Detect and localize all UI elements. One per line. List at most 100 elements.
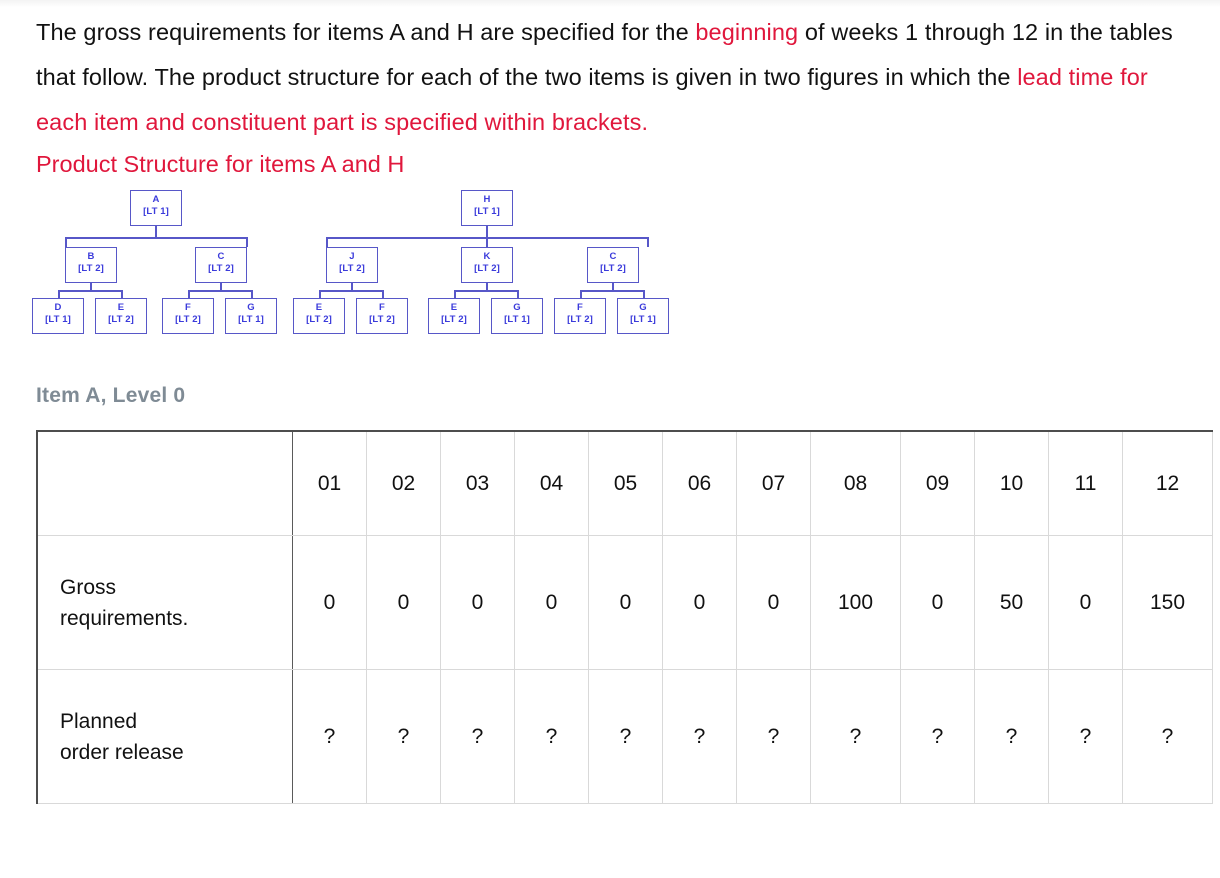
row-label-planned-order-release: Planned order release	[36, 669, 293, 804]
edge-k-to-e	[454, 290, 456, 298]
product-structure-diagrams: A [LT 1] B [LT 2] C [LT 2] D [LT 1] E [L…	[0, 185, 1220, 360]
node-lead-time: [LT 2]	[208, 262, 234, 274]
node-lead-time: [LT 1]	[45, 313, 71, 325]
node-a-l2-d: D [LT 1]	[32, 298, 84, 334]
cell-planned-10[interactable]: ?	[974, 669, 1049, 804]
edge-hc-bus	[580, 290, 644, 292]
edge-c-bus	[188, 290, 252, 292]
cell-gross-04: 0	[514, 535, 589, 670]
node-h-l2-f2: F [LT 2]	[554, 298, 606, 334]
edge-k-bus	[454, 290, 518, 292]
node-label: F	[185, 302, 191, 313]
node-label: C	[217, 251, 225, 262]
node-label: G	[639, 302, 647, 313]
week-header-02: 02	[366, 430, 441, 536]
edge-hc-to-f	[580, 290, 582, 298]
edge-c-to-g	[251, 290, 253, 298]
table-corner-cell	[36, 430, 293, 536]
node-lead-time: [LT 1]	[630, 313, 656, 325]
node-h-l1-j: J [LT 2]	[326, 247, 378, 283]
node-lead-time: [LT 2]	[306, 313, 332, 325]
cell-planned-07[interactable]: ?	[736, 669, 811, 804]
document-page: The gross requirements for items A and H…	[0, 0, 1220, 804]
product-structure-title: Product Structure for items A and H	[36, 151, 405, 177]
cell-planned-12[interactable]: ?	[1122, 669, 1213, 804]
item-heading: Item A, Level 0	[36, 384, 186, 407]
node-label: E	[315, 302, 323, 313]
cell-gross-07: 0	[736, 535, 811, 670]
edge-k-to-g	[517, 290, 519, 298]
week-header-06: 06	[662, 430, 737, 536]
row-label-line1: Planned	[60, 709, 138, 733]
node-h-l2-f1: F [LT 2]	[356, 298, 408, 334]
cell-gross-08: 100	[810, 535, 901, 670]
node-label: E	[117, 302, 125, 313]
cell-planned-02[interactable]: ?	[366, 669, 441, 804]
week-header-10: 10	[974, 430, 1049, 536]
edge-h-to-c	[647, 237, 649, 247]
node-label: H	[483, 194, 491, 205]
edge-j-to-f	[382, 290, 384, 298]
edge-j-bus	[319, 290, 383, 292]
node-label: A	[152, 194, 160, 205]
node-lead-time: [LT 1]	[474, 205, 500, 217]
week-header-07: 07	[736, 430, 811, 536]
node-lead-time: [LT 2]	[108, 313, 134, 325]
node-label: J	[349, 251, 355, 262]
cell-gross-02: 0	[366, 535, 441, 670]
cell-gross-11: 0	[1048, 535, 1123, 670]
edge-h-to-k	[486, 237, 488, 247]
cell-gross-09: 0	[900, 535, 975, 670]
cell-planned-11[interactable]: ?	[1048, 669, 1123, 804]
node-h-l2-e1: E [LT 2]	[293, 298, 345, 334]
node-h-l2-g2: G [LT 1]	[617, 298, 669, 334]
cell-planned-09[interactable]: ?	[900, 669, 975, 804]
row-label-gross-requirements: Gross requirements.	[36, 535, 293, 670]
cell-planned-03[interactable]: ?	[440, 669, 515, 804]
node-lead-time: [LT 2]	[441, 313, 467, 325]
cell-planned-06[interactable]: ?	[662, 669, 737, 804]
node-lead-time: [LT 2]	[600, 262, 626, 274]
node-lead-time: [LT 2]	[175, 313, 201, 325]
week-header-12: 12	[1122, 430, 1213, 536]
edge-b-bus	[58, 290, 122, 292]
node-lead-time: [LT 2]	[339, 262, 365, 274]
cell-gross-05: 0	[588, 535, 663, 670]
edge-b-to-e	[121, 290, 123, 298]
node-label: K	[483, 251, 491, 262]
cell-planned-01[interactable]: ?	[292, 669, 367, 804]
node-a-l2-g: G [LT 1]	[225, 298, 277, 334]
table-header-row: 01 02 03 04 05 06 07 08 09 10 11 12	[36, 430, 1213, 536]
node-lead-time: [LT 2]	[78, 262, 104, 274]
edge-j-to-e	[319, 290, 321, 298]
week-header-03: 03	[440, 430, 515, 536]
node-lead-time: [LT 1]	[504, 313, 530, 325]
node-label: D	[54, 302, 62, 313]
intro-text-part1: The gross requirements for items A and H…	[36, 19, 696, 45]
cell-gross-10: 50	[974, 535, 1049, 670]
node-label: G	[513, 302, 521, 313]
node-a-l2-f: F [LT 2]	[162, 298, 214, 334]
cell-gross-06: 0	[662, 535, 737, 670]
node-lead-time: [LT 1]	[238, 313, 264, 325]
week-header-01: 01	[292, 430, 367, 536]
node-label: B	[87, 251, 95, 262]
row-label-line2: requirements.	[60, 606, 189, 630]
cell-planned-04[interactable]: ?	[514, 669, 589, 804]
node-h-l1-c: C [LT 2]	[587, 247, 639, 283]
node-lead-time: [LT 1]	[143, 205, 169, 217]
cell-planned-05[interactable]: ?	[588, 669, 663, 804]
cell-gross-03: 0	[440, 535, 515, 670]
week-header-05: 05	[588, 430, 663, 536]
mrp-table: 01 02 03 04 05 06 07 08 09 10 11 12 Gros…	[36, 430, 1213, 804]
cell-planned-08[interactable]: ?	[810, 669, 901, 804]
node-label: C	[609, 251, 617, 262]
node-a-l1-b: B [LT 2]	[65, 247, 117, 283]
tree-item-h: H [LT 1] J [LT 2] K [LT 2] C [LT 2] E [L…	[293, 185, 695, 360]
node-lead-time: [LT 2]	[567, 313, 593, 325]
node-a-root: A [LT 1]	[130, 190, 182, 226]
node-h-l2-g1: G [LT 1]	[491, 298, 543, 334]
node-h-root: H [LT 1]	[461, 190, 513, 226]
row-label-line1: Gross	[60, 575, 117, 599]
edge-h-to-j	[326, 237, 328, 247]
